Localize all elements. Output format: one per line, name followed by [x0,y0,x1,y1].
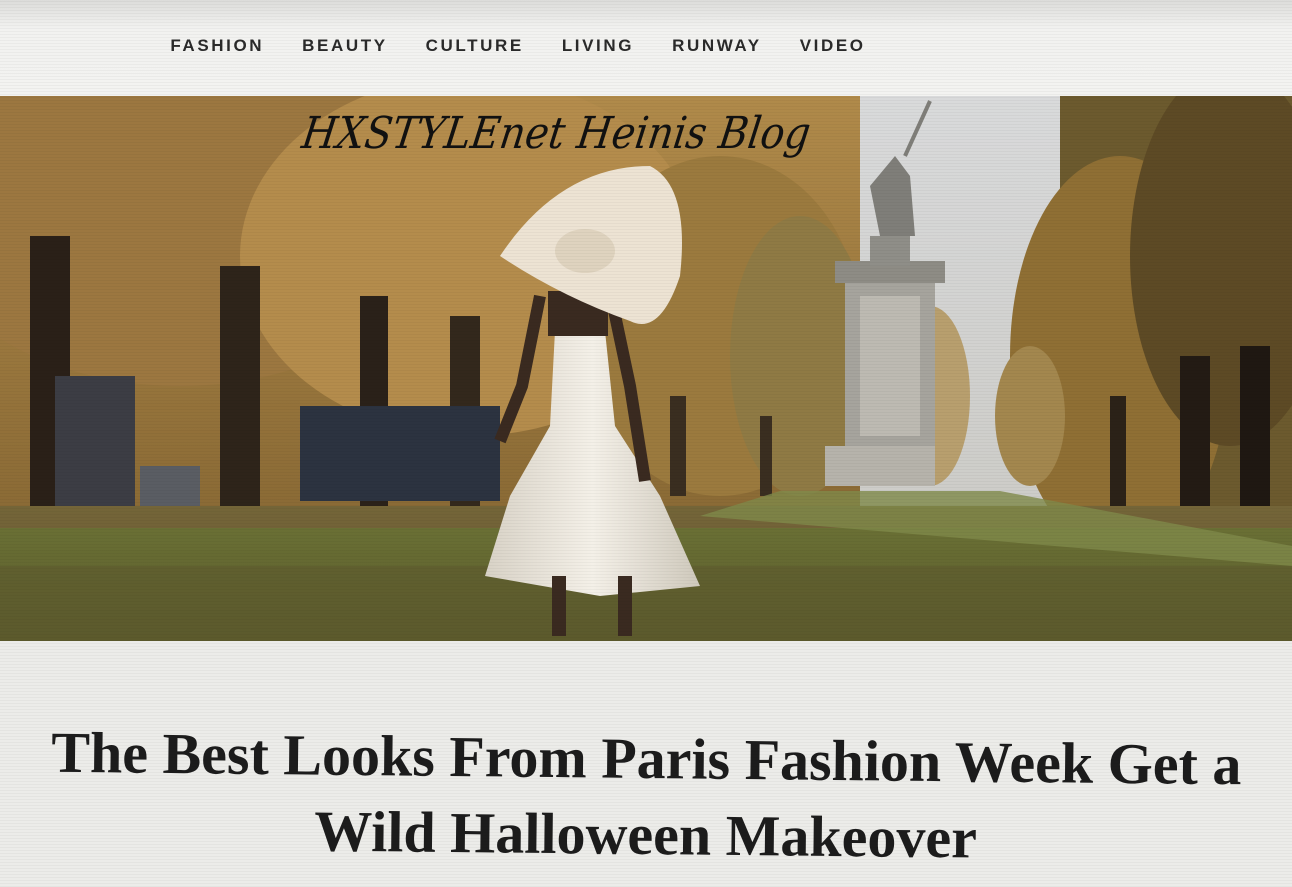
page: FASHION BEAUTY CULTURE LIVING RUNWAY VID… [0,0,1292,887]
nav-item-video[interactable]: VIDEO [800,36,866,56]
headline-line-1: The Best Looks From Paris Fashion Week G… [51,719,1242,798]
nav-item-runway[interactable]: RUNWAY [672,36,762,56]
nav-item-living[interactable]: LIVING [562,36,634,56]
blog-watermark: HXSTYLEnet Heinis Blog [298,108,814,159]
hero-image[interactable] [0,96,1292,641]
nav-item-culture[interactable]: CULTURE [426,36,524,56]
top-navigation-bar: FASHION BEAUTY CULTURE LIVING RUNWAY VID… [0,0,1292,96]
hero-scene-illustration [0,96,1292,641]
article-headline[interactable]: The Best Looks From Paris Fashion Week G… [39,715,1253,880]
nav-item-fashion[interactable]: FASHION [170,36,264,56]
nav-item-beauty[interactable]: BEAUTY [302,36,388,56]
headline-line-2: Wild Halloween Makeover [313,798,978,871]
main-nav: FASHION BEAUTY CULTURE LIVING RUNWAY VID… [0,36,1164,56]
